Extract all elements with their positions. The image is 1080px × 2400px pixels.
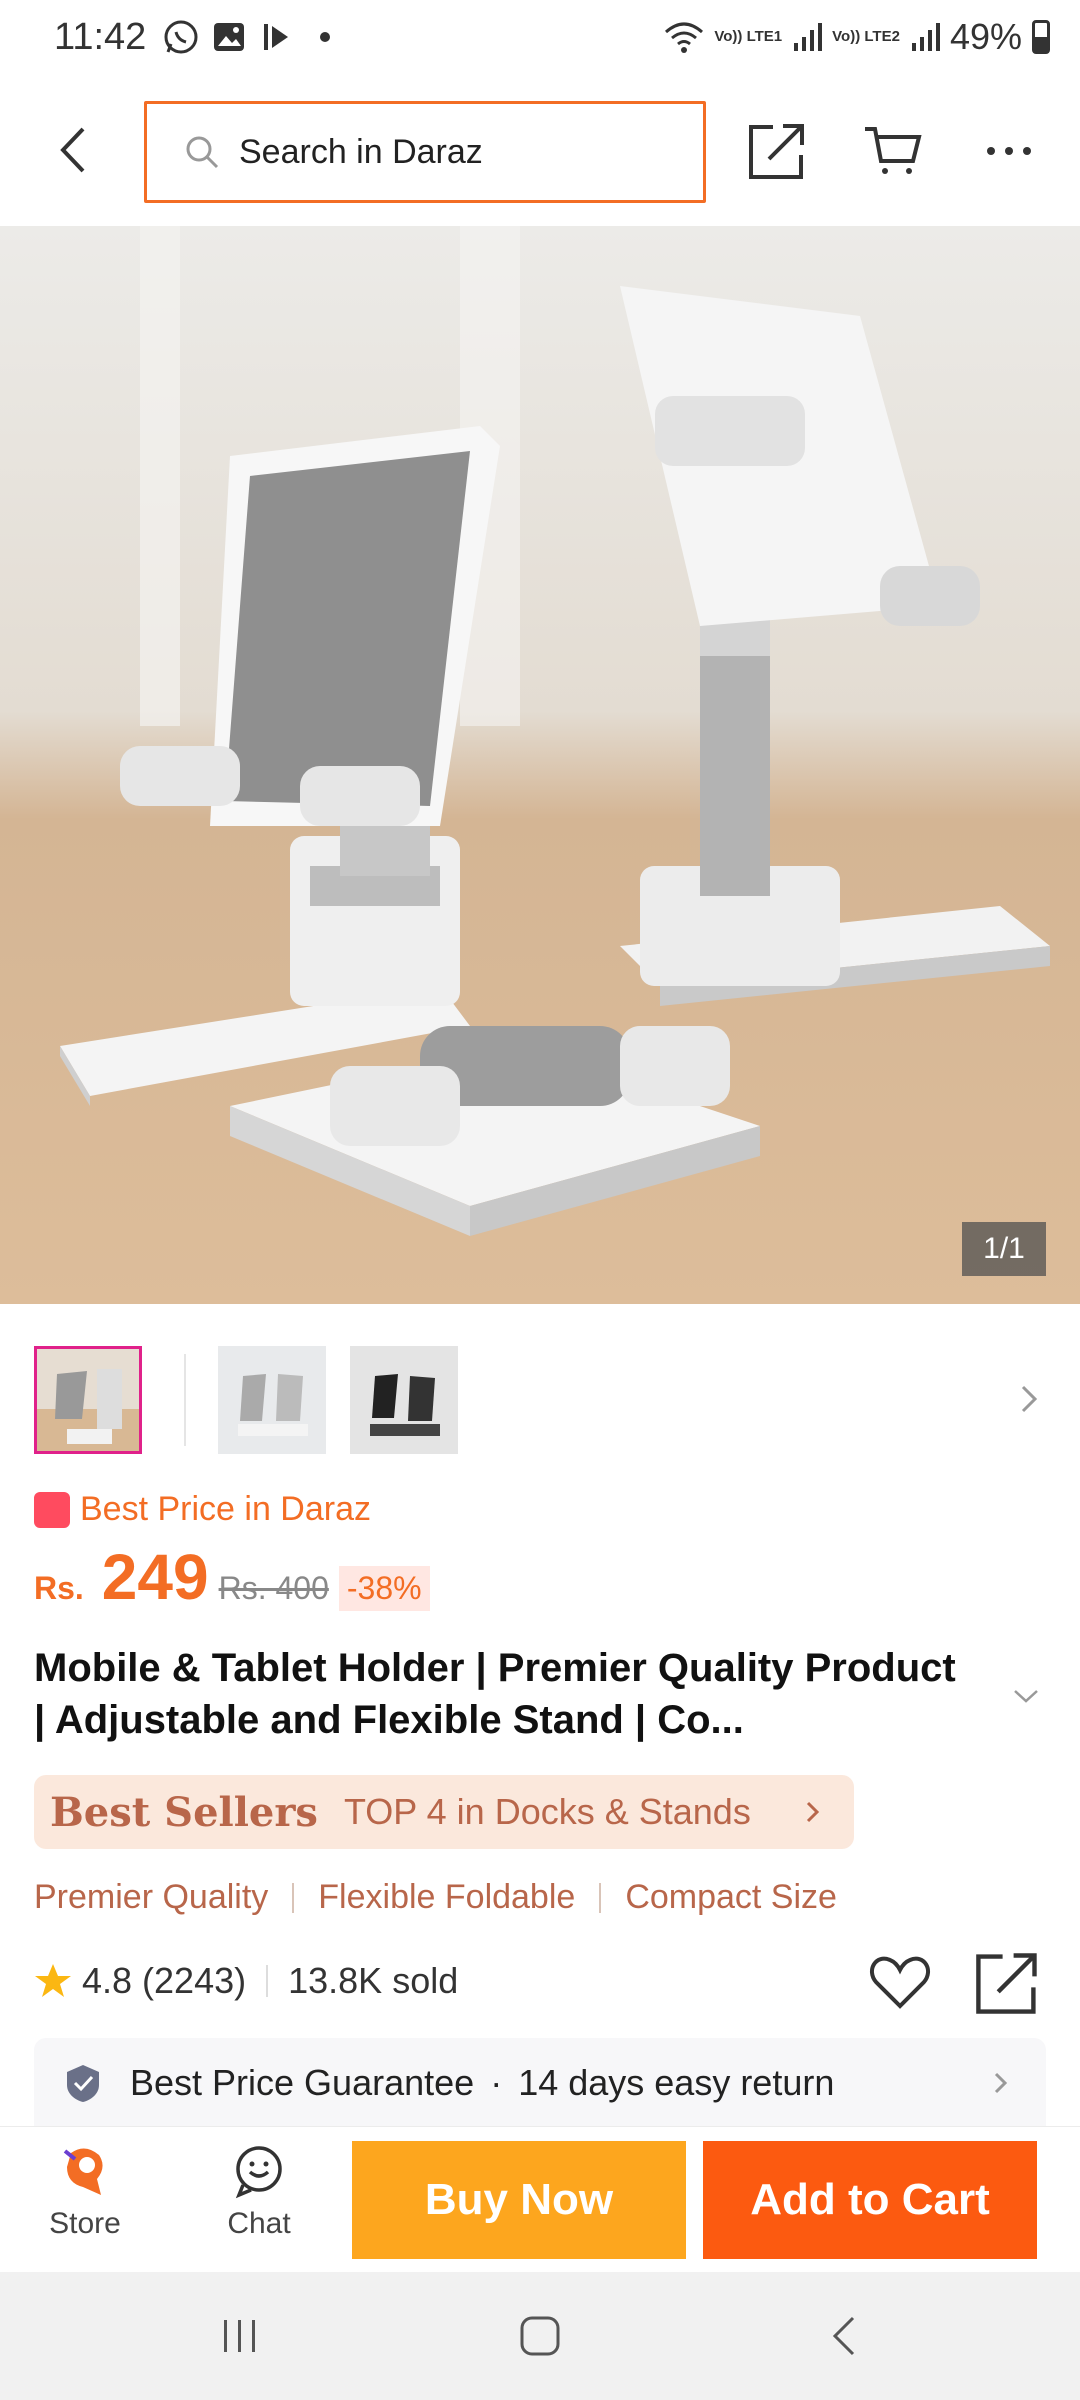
battery-percent: 49%: [949, 16, 1022, 57]
thumbnail-next-button[interactable]: [1004, 1374, 1054, 1424]
chevron-right-icon: [1021, 1385, 1038, 1413]
status-time: 11:42: [54, 16, 147, 58]
add-to-cart-button[interactable]: Add to Cart: [703, 2141, 1037, 2259]
thumbnail-image: [350, 1346, 458, 1454]
shield-icon: [67, 2065, 99, 2102]
bottom-action-bar: Store Chat Buy Now Add to Cart: [0, 2126, 1080, 2273]
whatsapp-icon: [164, 20, 198, 54]
system-nav-bar: [0, 2272, 1080, 2400]
gallery-icon: [214, 23, 244, 51]
original-price: Rs. 400: [218, 1570, 329, 1606]
recents-button[interactable]: [208, 2304, 272, 2368]
price-value: 249: [101, 1541, 209, 1613]
media-icon: [264, 24, 288, 50]
return-text: 14 days easy return: [518, 2062, 835, 2103]
title-expand-button[interactable]: [1006, 1676, 1046, 1716]
wishlist-button[interactable]: [868, 1950, 932, 2014]
battery-icon: [1032, 20, 1050, 54]
share-icon: [976, 1953, 1037, 2014]
store-button[interactable]: Store: [25, 2143, 145, 2263]
star-icon: [35, 1964, 71, 1997]
buy-now-button[interactable]: Buy Now: [352, 2141, 686, 2259]
heart-icon: [870, 1956, 930, 2009]
search-icon: [186, 136, 219, 169]
best-sellers-rank: TOP 4 in Docks & Stands: [343, 1791, 751, 1832]
more-button[interactable]: [976, 118, 1042, 184]
tag-flexible-foldable: Flexible Foldable: [318, 1878, 576, 1916]
product-photo: [0, 226, 1080, 1304]
thumbnail-1[interactable]: [34, 1346, 142, 1454]
dot-icon: [320, 32, 330, 42]
signal-icon-2: [911, 23, 940, 51]
chevron-right-icon: [806, 1801, 820, 1823]
system-back-icon: [832, 2316, 855, 2356]
status-right: Vo)) LTE1 Vo)) LTE2 49%: [664, 16, 1050, 58]
share-button[interactable]: [744, 118, 810, 184]
best-sellers-banner[interactable]: Best Sellers TOP 4 in Docks & Stands: [34, 1775, 854, 1849]
best-price-label: Best Price in Daraz: [34, 1490, 371, 1529]
price-row: Rs. 249 Rs. 400 -38%: [34, 1540, 430, 1614]
price-currency: Rs.: [34, 1570, 84, 1606]
lte1-label: Vo)) LTE1: [714, 28, 783, 45]
more-icon: [987, 147, 1031, 155]
search-placeholder: Search in Daraz: [239, 132, 483, 171]
image-counter: 1/1: [962, 1222, 1046, 1276]
best-price-icon: [34, 1491, 70, 1528]
tag-separator: [292, 1882, 295, 1913]
home-button[interactable]: [508, 2304, 572, 2368]
sold-count: 13.8K sold: [288, 1960, 459, 2001]
back-icon: [60, 127, 85, 173]
status-bar: 11:42 Vo)) LTE1 Vo)) LTE2 49%: [0, 0, 1080, 80]
guarantee-text: Best Price Guarantee: [130, 2062, 475, 2103]
cart-button[interactable]: [860, 118, 926, 184]
chat-label: Chat: [227, 2207, 291, 2240]
notification-icons: [162, 18, 344, 56]
thumbnail-image: [37, 1349, 139, 1451]
rating-row[interactable]: 4.8 (2243) 13.8K sold: [34, 1960, 458, 2002]
thumbnail-strip: [34, 1346, 1054, 1458]
best-sellers-label: Best Sellers: [50, 1788, 318, 1836]
chat-button[interactable]: Chat: [199, 2143, 319, 2263]
search-input[interactable]: Search in Daraz: [144, 101, 706, 203]
share-product-button[interactable]: [974, 1950, 1040, 2016]
store-icon: [63, 2148, 103, 2195]
tag-separator: [599, 1882, 602, 1913]
tag-premier-quality: Premier Quality: [34, 1878, 269, 1916]
recents-icon: [224, 2320, 255, 2352]
header: Search in Daraz: [0, 80, 1080, 226]
back-button[interactable]: [40, 118, 104, 182]
signal-icon: [794, 23, 823, 51]
share-icon: [749, 124, 804, 179]
best-price-text: Best Price in Daraz: [80, 1490, 371, 1528]
thumbnail-image: [218, 1346, 326, 1454]
rating-separator: [266, 1965, 269, 1997]
guarantee-dot: ·: [490, 2062, 503, 2103]
wifi-icon: [665, 22, 704, 53]
guarantee-row[interactable]: Best Price Guarantee · 14 days easy retu…: [34, 2038, 1046, 2128]
product-image[interactable]: 1/1: [0, 226, 1080, 1304]
product-title: Mobile & Tablet Holder | Premier Quality…: [34, 1646, 956, 1742]
lte2-label: Vo)) LTE2: [832, 28, 900, 45]
system-back-button[interactable]: [812, 2304, 876, 2368]
thumbnail-3[interactable]: [350, 1346, 458, 1454]
chevron-down-icon: [1014, 1690, 1038, 1703]
cart-icon: [865, 127, 922, 174]
feature-tags: Premier Quality Flexible Foldable Compac…: [34, 1878, 837, 1917]
chat-icon: [235, 2146, 282, 2199]
thumbnail-2[interactable]: [218, 1346, 326, 1454]
home-icon: [520, 2316, 560, 2356]
chevron-right-icon: [994, 2072, 1008, 2094]
thumbnail-divider: [184, 1354, 186, 1446]
discount-badge: -38%: [338, 1566, 430, 1611]
tag-compact-size: Compact Size: [625, 1878, 837, 1916]
store-label: Store: [49, 2207, 121, 2240]
rating-value: 4.8 (2243): [82, 1960, 247, 2001]
